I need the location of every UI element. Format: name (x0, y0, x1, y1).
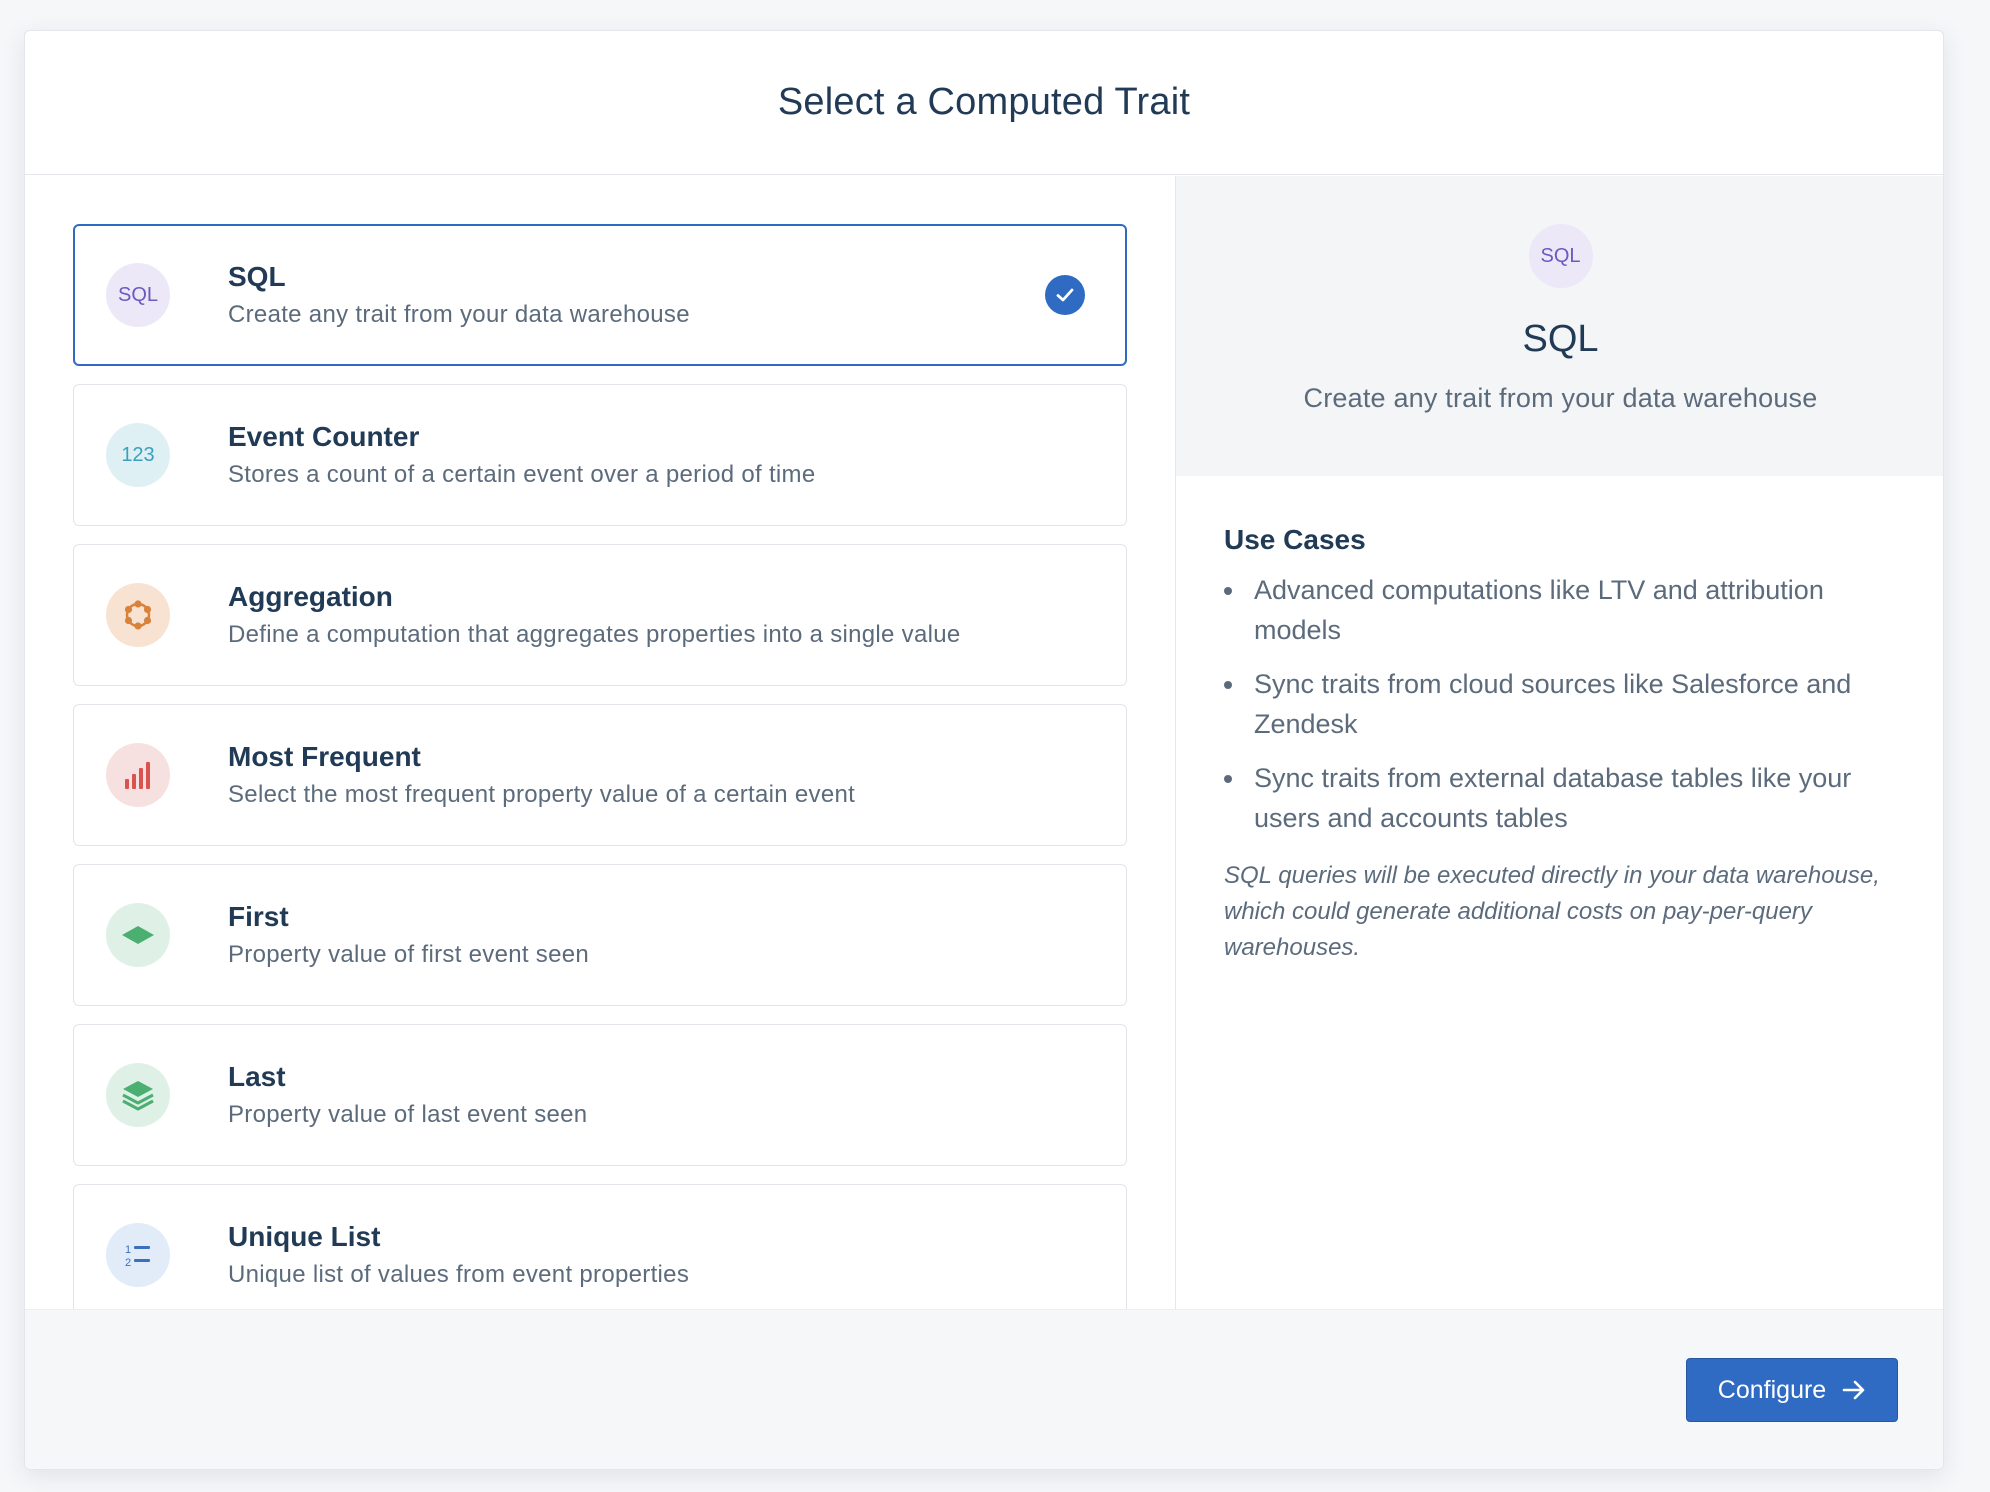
counter-icon-text: 123 (121, 443, 155, 466)
svg-text:1: 1 (125, 1244, 131, 1256)
detail-icon-text: SQL (1540, 244, 1581, 267)
detail-content: Use Cases Advanced computations like LTV… (1176, 476, 1943, 966)
configure-button[interactable]: Configure (1686, 1358, 1898, 1422)
trait-description: Stores a count of a certain event over a… (228, 461, 816, 488)
svg-text:2: 2 (125, 1257, 131, 1269)
bar-chart-icon (106, 743, 170, 807)
trait-description: Property value of last event seen (228, 1101, 588, 1128)
sql-icon: SQL (1528, 224, 1593, 288)
trait-description: Unique list of values from event propert… (228, 1261, 690, 1288)
trait-list: SQL SQL Create any trait from your data … (25, 176, 1176, 1311)
cost-note: SQL queries will be executed directly in… (1224, 862, 1880, 961)
trait-description: Define a computation that aggregates pro… (228, 621, 961, 648)
trait-detail-panel: SQL SQL Create any trait from your data … (1176, 176, 1943, 1311)
trait-description: Create any trait from your data warehous… (228, 301, 690, 328)
detail-header: SQL SQL Create any trait from your data … (1176, 176, 1943, 476)
trait-description: Property value of first event seen (228, 941, 590, 968)
trait-description: Select the most frequent property value … (228, 781, 856, 808)
trait-title: Aggregation (228, 581, 393, 612)
modal-footer: Configure (25, 1309, 1943, 1469)
use-case-item: Sync traits from external database table… (1224, 758, 1897, 838)
use-cases-heading: Use Cases (1224, 524, 1366, 555)
computed-trait-modal: Select a Computed Trait SQL SQL Create a… (24, 30, 1944, 1470)
trait-title: Most Frequent (228, 741, 421, 772)
trait-card-last[interactable]: Last Property value of last event seen (73, 1024, 1127, 1166)
diamond-icon (106, 903, 170, 967)
detail-title: SQL (1522, 318, 1599, 360)
trait-title: Last (228, 1061, 286, 1092)
trait-card-unique-list[interactable]: 1 2 Unique List Unique list of values fr… (73, 1184, 1127, 1311)
trait-title: SQL (228, 261, 286, 292)
trait-card-sql[interactable]: SQL SQL Create any trait from your data … (73, 224, 1127, 366)
numbered-list-icon: 1 2 (106, 1223, 170, 1287)
counter-icon: 123 (106, 423, 170, 487)
arrow-right-icon (1842, 1380, 1865, 1400)
trait-card-most-frequent[interactable]: Most Frequent Select the most frequent p… (73, 704, 1127, 846)
trait-title: First (228, 901, 289, 932)
selected-check-icon (1045, 275, 1085, 315)
modal-header: Select a Computed Trait (25, 31, 1943, 175)
modal-title: Select a Computed Trait (777, 81, 1191, 123)
configure-button-label: Configure (1717, 1375, 1827, 1404)
trait-card-aggregation[interactable]: Aggregation Define a computation that ag… (73, 544, 1127, 686)
use-cases-list: Advanced computations like LTV and attri… (1224, 570, 1897, 838)
trait-card-event-counter[interactable]: 123 Event Counter Stores a count of a ce… (73, 384, 1127, 526)
layers-icon (106, 1063, 170, 1127)
trait-title: Event Counter (228, 421, 420, 452)
trait-card-first[interactable]: First Property value of first event seen (73, 864, 1127, 1006)
detail-description: Create any trait from your data warehous… (1303, 383, 1818, 413)
sql-icon-text: SQL (117, 283, 159, 306)
trait-title: Unique List (228, 1221, 381, 1252)
aggregation-icon (106, 583, 170, 647)
modal-body: SQL SQL Create any trait from your data … (25, 176, 1943, 1311)
use-case-item: Sync traits from cloud sources like Sale… (1224, 664, 1897, 744)
sql-icon: SQL (106, 263, 170, 327)
use-case-item: Advanced computations like LTV and attri… (1224, 570, 1897, 650)
